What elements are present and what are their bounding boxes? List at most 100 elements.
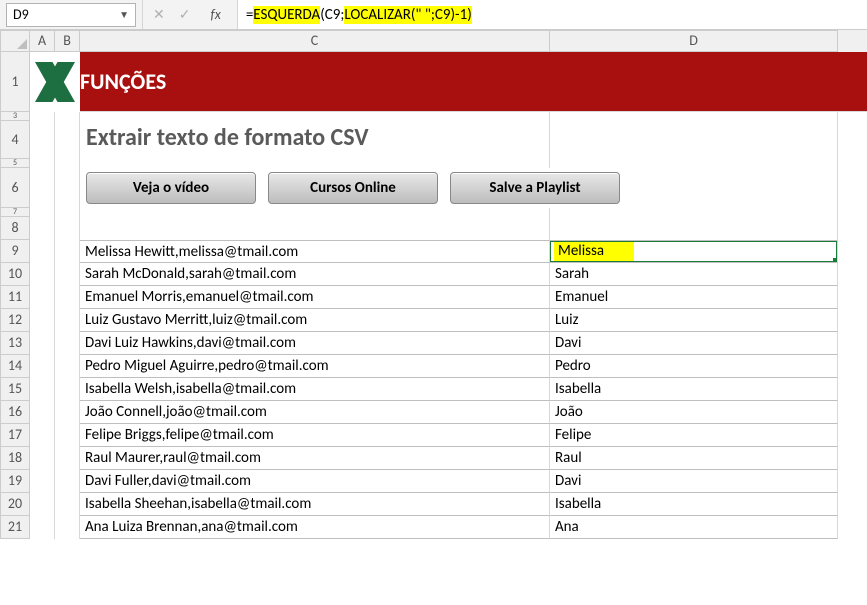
row-13: 13 Davi Luiz Hawkins,davi@tmail.comDavi: [0, 332, 867, 355]
cell-B21[interactable]: [55, 516, 80, 539]
cell-D14[interactable]: Pedro: [550, 355, 838, 378]
cell-D15[interactable]: Isabella: [550, 378, 838, 401]
cell-B18[interactable]: [55, 447, 80, 470]
row-12: 12 Luiz Gustavo Merritt,luiz@tmail.comLui…: [0, 309, 867, 332]
cell-C17[interactable]: Felipe Briggs,felipe@tmail.com: [80, 424, 550, 447]
cell-D20[interactable]: Isabella: [550, 493, 838, 516]
row-header-3[interactable]: 3: [0, 112, 30, 121]
cell-D12[interactable]: Luiz: [550, 309, 838, 332]
row-header-6[interactable]: 6: [0, 168, 30, 208]
row-header-11[interactable]: 11: [0, 286, 30, 309]
cell-A13[interactable]: [30, 332, 55, 355]
row-header-18[interactable]: 18: [0, 447, 30, 470]
cell-A12[interactable]: [30, 309, 55, 332]
row-10: 10 Sarah McDonald,sarah@tmail.comSarah: [0, 263, 867, 286]
cell-C19[interactable]: Davi Fuller,davi@tmail.com: [80, 470, 550, 493]
row-11: 11 Emanuel Morris,emanuel@tmail.comEmanue…: [0, 286, 867, 309]
cell-C11[interactable]: Emanuel Morris,emanuel@tmail.com: [80, 286, 550, 309]
cell-B10[interactable]: [55, 263, 80, 286]
row-header-13[interactable]: 13: [0, 332, 30, 355]
row-9: 9 Melissa Hewitt,melissa@tmail.comMelissa: [0, 240, 867, 263]
cell-D21[interactable]: Ana: [550, 516, 838, 539]
cell-C10[interactable]: Sarah McDonald,sarah@tmail.com: [80, 263, 550, 286]
row-15: 15 Isabella Welsh,isabella@tmail.comIsabe…: [0, 378, 867, 401]
cell-B19[interactable]: [55, 470, 80, 493]
cell-D18[interactable]: Raul: [550, 447, 838, 470]
col-header-b[interactable]: B: [55, 30, 80, 52]
cell-C16[interactable]: João Connell,joão@tmail.com: [80, 401, 550, 424]
cell-C9[interactable]: Melissa Hewitt,melissa@tmail.com: [80, 240, 550, 263]
row-header-12[interactable]: 12: [0, 309, 30, 332]
col-header-c[interactable]: C: [80, 30, 550, 52]
cell-C12[interactable]: Luiz Gustavo Merritt,luiz@tmail.com: [80, 309, 550, 332]
cell-B9[interactable]: [55, 240, 80, 263]
row-header-9[interactable]: 9: [0, 240, 30, 263]
cell-D10[interactable]: Sarah: [550, 263, 838, 286]
row-header-19[interactable]: 19: [0, 470, 30, 493]
row-header-16[interactable]: 16: [0, 401, 30, 424]
cell-B13[interactable]: [55, 332, 80, 355]
cancel-icon[interactable]: ✕: [153, 6, 165, 23]
cell-B17[interactable]: [55, 424, 80, 447]
cell-B15[interactable]: [55, 378, 80, 401]
cell-C21[interactable]: Ana Luiza Brennan,ana@tmail.com: [80, 516, 550, 539]
cell-D17[interactable]: Felipe: [550, 424, 838, 447]
cell-A15[interactable]: [30, 378, 55, 401]
playlist-button[interactable]: Salve a Playlist: [450, 172, 620, 204]
cell-A21[interactable]: [30, 516, 55, 539]
row-header-15[interactable]: 15: [0, 378, 30, 401]
fx-icon[interactable]: fx: [204, 6, 226, 23]
cell-C14[interactable]: Pedro Miguel Aguirre,pedro@tmail.com: [80, 355, 550, 378]
col-header-a[interactable]: A: [30, 30, 55, 52]
cell-A20[interactable]: [30, 493, 55, 516]
cell-D13[interactable]: Davi: [550, 332, 838, 355]
row-6: 6 Veja o vídeo Cursos Online Salve a Pla…: [0, 168, 867, 208]
row-header-20[interactable]: 20: [0, 493, 30, 516]
cell-B12[interactable]: [55, 309, 80, 332]
cell-A14[interactable]: [30, 355, 55, 378]
row-header-7[interactable]: 7: [0, 208, 30, 217]
select-all-corner[interactable]: [0, 30, 30, 52]
chevron-down-icon[interactable]: ▼: [119, 8, 129, 21]
row-16: 16 João Connell,joão@tmail.comJoão: [0, 401, 867, 424]
cell-A11[interactable]: [30, 286, 55, 309]
row-header-10[interactable]: 10: [0, 263, 30, 286]
row-1: 1 FUNÇÕES: [0, 52, 867, 112]
row-header-17[interactable]: 17: [0, 424, 30, 447]
row-header-4[interactable]: 4: [0, 121, 30, 159]
cell-D19[interactable]: Davi: [550, 470, 838, 493]
section-title: Extrair texto de formato CSV: [80, 121, 550, 159]
cell-C15[interactable]: Isabella Welsh,isabella@tmail.com: [80, 378, 550, 401]
cell-B20[interactable]: [55, 493, 80, 516]
column-headers: A B C D: [0, 30, 867, 52]
cell-D9[interactable]: Melissa: [550, 240, 838, 263]
row-7: 7: [0, 208, 867, 217]
cell-A9[interactable]: [30, 240, 55, 263]
cell-A10[interactable]: [30, 263, 55, 286]
cell-A16[interactable]: [30, 401, 55, 424]
cell-A19[interactable]: [30, 470, 55, 493]
cell-B11[interactable]: [55, 286, 80, 309]
row-header-1[interactable]: 1: [0, 52, 30, 112]
cell-B16[interactable]: [55, 401, 80, 424]
banner-title: FUNÇÕES: [80, 68, 166, 95]
cell-A17[interactable]: [30, 424, 55, 447]
cell-D11[interactable]: Emanuel: [550, 286, 838, 309]
cell-B14[interactable]: [55, 355, 80, 378]
video-button[interactable]: Veja o vídeo: [86, 172, 256, 204]
cell-A18[interactable]: [30, 447, 55, 470]
row-21: 21 Ana Luiza Brennan,ana@tmail.comAna: [0, 516, 867, 539]
cell-C20[interactable]: Isabella Sheehan,isabella@tmail.com: [80, 493, 550, 516]
name-box[interactable]: D9 ▼: [6, 3, 136, 27]
cell-C13[interactable]: Davi Luiz Hawkins,davi@tmail.com: [80, 332, 550, 355]
row-header-8[interactable]: 8: [0, 217, 30, 240]
formula-input[interactable]: =ESQUERDA(C9;LOCALIZAR(" ";C9)-1): [237, 0, 867, 29]
row-header-21[interactable]: 21: [0, 516, 30, 539]
accept-icon[interactable]: ✓: [179, 6, 191, 23]
cursos-button[interactable]: Cursos Online: [268, 172, 438, 204]
cell-C18[interactable]: Raul Maurer,raul@tmail.com: [80, 447, 550, 470]
row-header-5[interactable]: 5: [0, 159, 30, 168]
row-header-14[interactable]: 14: [0, 355, 30, 378]
col-header-d[interactable]: D: [550, 30, 838, 52]
cell-D16[interactable]: João: [550, 401, 838, 424]
